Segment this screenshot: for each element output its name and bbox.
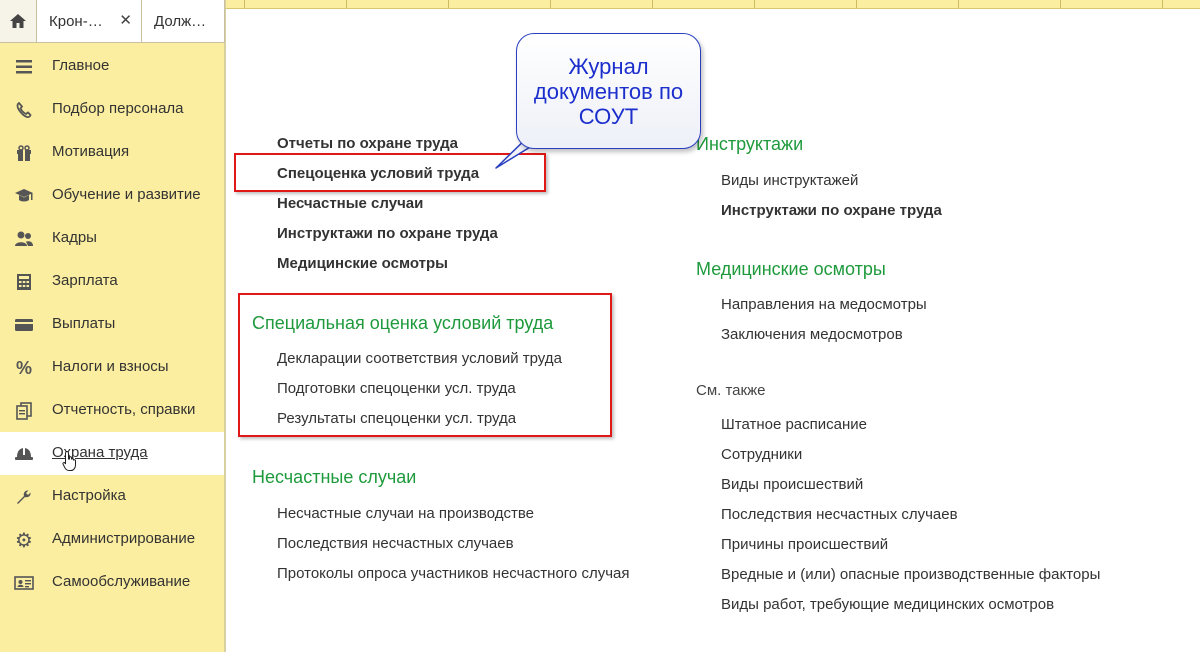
- wallet-icon: [14, 316, 34, 334]
- sidebar-item-reports[interactable]: Отчетность, справки: [0, 389, 224, 432]
- link-labor-safety-reports[interactable]: Отчеты по охране труда: [277, 135, 458, 152]
- home-icon: [10, 14, 26, 28]
- group-title-medical: Медицинские осмотры: [696, 259, 886, 279]
- sidebar-item-main[interactable]: Главное: [0, 45, 224, 88]
- sidebar-item-labor-safety[interactable]: Охрана труда: [0, 432, 224, 475]
- tab-label: Крон-…: [49, 12, 103, 30]
- group-title-briefings: Инструктажи: [696, 134, 804, 154]
- sidebar-item-taxes[interactable]: % Налоги и взносы: [0, 346, 224, 389]
- sidebar-item-label: Подбор персонала: [52, 100, 184, 117]
- tab-open-document-1[interactable]: Крон-… ✕: [37, 0, 142, 43]
- hard-hat-icon: [14, 445, 34, 463]
- link-accident-consequences[interactable]: Последствия несчастных случаев: [277, 535, 514, 552]
- sidebar-item-recruitment[interactable]: Подбор персонала: [0, 88, 224, 131]
- percent-icon: %: [15, 357, 32, 378]
- link-accident-interviews[interactable]: Протоколы опроса участников несчастного …: [277, 565, 629, 582]
- sidebar-item-label: Настройка: [52, 487, 126, 504]
- id-card-icon: [14, 574, 34, 592]
- sidebar-item-self-service[interactable]: Самообслуживание: [0, 561, 224, 604]
- gift-icon: [14, 144, 34, 162]
- sidebar-item-motivation[interactable]: Мотивация: [0, 131, 224, 174]
- hand-cursor-icon: [62, 450, 76, 471]
- menu-lines-icon: [14, 58, 34, 76]
- sidebar-item-label: Отчетность, справки: [52, 401, 196, 418]
- link-hazardous-factors[interactable]: Вредные и (или) опасные производственные…: [721, 566, 1100, 583]
- sidebar-item-label: Налоги и взносы: [52, 358, 169, 375]
- link-briefings[interactable]: Инструктажи по охране труда: [277, 225, 498, 242]
- group-title-accidents: Несчастные случаи: [252, 467, 417, 487]
- tab-label: Долж…: [154, 12, 207, 30]
- sidebar-item-label: Выплаты: [52, 315, 116, 332]
- callout-annotation: Журнал документов по СОУТ: [516, 33, 701, 149]
- home-tab[interactable]: [0, 0, 37, 43]
- phone-icon: [14, 101, 34, 119]
- sidebar-item-label: Зарплата: [52, 272, 118, 289]
- sidebar-item-label: Главное: [52, 57, 110, 74]
- highlight-box-sout-group: [238, 293, 612, 437]
- graduation-cap-icon: [14, 187, 34, 205]
- sidebar-item-label: Обучение и развитие: [52, 186, 201, 203]
- link-staff-schedule[interactable]: Штатное расписание: [721, 416, 867, 433]
- sidebar-item-label: Кадры: [52, 229, 97, 246]
- sidebar-item-settings[interactable]: Настройка: [0, 475, 224, 518]
- open-tabs-bar: Крон-… ✕ Долж…: [0, 0, 225, 44]
- sidebar-item-payments[interactable]: Выплаты: [0, 303, 224, 346]
- link-work-types-medical[interactable]: Виды работ, требующие медицинских осмотр…: [721, 596, 1054, 613]
- link-incident-causes[interactable]: Причины происшествий: [721, 536, 888, 553]
- link-medical-conclusions[interactable]: Заключения медосмотров: [721, 326, 903, 343]
- link-accidents[interactable]: Несчастные случаи: [277, 195, 423, 212]
- sidebar-item-salary[interactable]: Зарплата: [0, 260, 224, 303]
- sidebar-item-label: Администрирование: [52, 530, 196, 547]
- link-medical-exams[interactable]: Медицинские осмотры: [277, 255, 448, 272]
- sidebar-item-label: Мотивация: [52, 143, 130, 160]
- gear-icon: ⚙: [15, 529, 33, 552]
- sidebar-item-training[interactable]: Обучение и развитие: [0, 174, 224, 217]
- sidebar-item-administration[interactable]: ⚙ Администрирование: [0, 518, 224, 561]
- see-also-title: См. также: [696, 382, 766, 399]
- link-incident-types[interactable]: Виды происшествий: [721, 476, 863, 493]
- sidebar: Крон-… ✕ Долж… Главное Подбор персонала …: [0, 0, 226, 652]
- calculator-icon: [14, 273, 34, 291]
- sidebar-item-personnel[interactable]: Кадры: [0, 217, 224, 260]
- documents-icon: [14, 402, 34, 420]
- tab-open-document-2[interactable]: Долж…: [142, 0, 225, 43]
- link-labor-safety-briefings[interactable]: Инструктажи по охране труда: [721, 202, 942, 219]
- callout-text: Журнал документов по СОУТ: [533, 53, 684, 129]
- link-industrial-accidents[interactable]: Несчастные случаи на производстве: [277, 505, 534, 522]
- top-toolbar-strip: [226, 0, 1200, 9]
- link-medical-referrals[interactable]: Направления на медосмотры: [721, 296, 927, 313]
- people-icon: [14, 230, 34, 248]
- close-tab-icon[interactable]: ✕: [119, 11, 132, 29]
- link-accident-consequences-ref[interactable]: Последствия несчастных случаев: [721, 506, 958, 523]
- sidebar-item-label: Самообслуживание: [52, 573, 191, 590]
- wrench-icon: [14, 488, 34, 506]
- link-briefing-types[interactable]: Виды инструктажей: [721, 172, 858, 189]
- link-employees[interactable]: Сотрудники: [721, 446, 802, 463]
- sections-menu: Главное Подбор персонала Мотивация Обуче…: [0, 45, 224, 604]
